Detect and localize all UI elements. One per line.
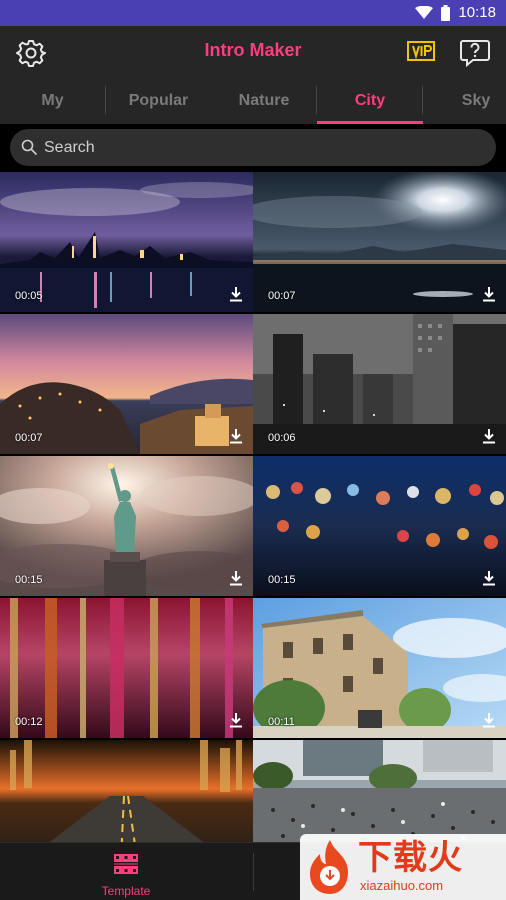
nav-template-button[interactable]: Template: [95, 853, 157, 898]
video-duration: 00:15: [268, 574, 296, 586]
watermark-text: 下载火: [358, 839, 463, 877]
help-button[interactable]: [459, 38, 491, 68]
nav-template-label: Template: [101, 884, 151, 898]
status-time: 10:18: [458, 4, 496, 21]
highway-dusk-thumbnail: [0, 740, 253, 842]
vip-badge-icon: [407, 41, 435, 61]
video-tile-city-bokeh[interactable]: 00:15: [253, 456, 506, 596]
video-duration: 00:07: [268, 290, 296, 302]
search-bar: [0, 124, 506, 172]
video-duration: 00:06: [268, 432, 296, 444]
video-tile-sunset-town[interactable]: 00:07: [0, 314, 253, 454]
video-tile-night-skyline[interactable]: 00:05: [0, 172, 253, 312]
status-icons: 10:18: [415, 4, 496, 21]
search-box[interactable]: [10, 129, 496, 166]
video-duration: 00:07: [15, 432, 43, 444]
watermark-url: xiazaihuo.com: [360, 878, 444, 893]
nav-divider: [253, 853, 254, 891]
download-icon[interactable]: [229, 570, 243, 586]
download-icon[interactable]: [229, 712, 243, 728]
search-icon: [21, 139, 37, 155]
tab-popular[interactable]: Popular: [106, 78, 211, 124]
vip-button[interactable]: [406, 40, 436, 62]
video-tile-highway-dusk[interactable]: [0, 740, 253, 842]
app-bar: Intro Maker: [0, 26, 506, 78]
download-icon[interactable]: [482, 286, 496, 302]
video-tile-statue-liberty[interactable]: 00:15: [0, 456, 253, 596]
crowded-crossing-thumbnail: [253, 740, 506, 842]
flame-logo-icon: [310, 840, 348, 894]
video-duration: 00:12: [15, 716, 43, 728]
wifi-icon: [415, 5, 434, 19]
download-icon[interactable]: [229, 286, 243, 302]
download-icon[interactable]: [482, 570, 496, 586]
video-tile-moonlit-coast[interactable]: 00:07: [253, 172, 506, 312]
tab-sky[interactable]: Sky: [423, 78, 506, 124]
tab-my[interactable]: My: [0, 78, 105, 124]
film-strip-icon: [114, 854, 138, 874]
template-grid: 00:05 00:07 00:07 00:06 00:15 00:15 00:1…: [0, 172, 506, 842]
video-duration: 00:11: [268, 716, 295, 728]
category-tabs: My Popular Nature City Sky: [0, 78, 506, 124]
download-icon[interactable]: [482, 428, 496, 444]
video-tile-crowded-crossing[interactable]: [253, 740, 506, 842]
help-bubble-icon: [460, 40, 490, 68]
video-tile-stone-building[interactable]: 00:11: [253, 598, 506, 738]
battery-icon: [441, 4, 451, 21]
download-icon[interactable]: [482, 712, 496, 728]
watermark: 下载火 xiazaihuo.com: [300, 834, 506, 900]
status-bar: 10:18: [0, 0, 506, 26]
tab-city[interactable]: City: [317, 78, 423, 124]
video-duration: 00:05: [15, 290, 43, 302]
download-icon[interactable]: [229, 428, 243, 444]
video-tile-monochrome-city[interactable]: 00:06: [253, 314, 506, 454]
tab-nature[interactable]: Nature: [211, 78, 317, 124]
search-input[interactable]: [44, 129, 474, 166]
video-tile-neon-street[interactable]: 00:12: [0, 598, 253, 738]
video-duration: 00:15: [15, 574, 43, 586]
